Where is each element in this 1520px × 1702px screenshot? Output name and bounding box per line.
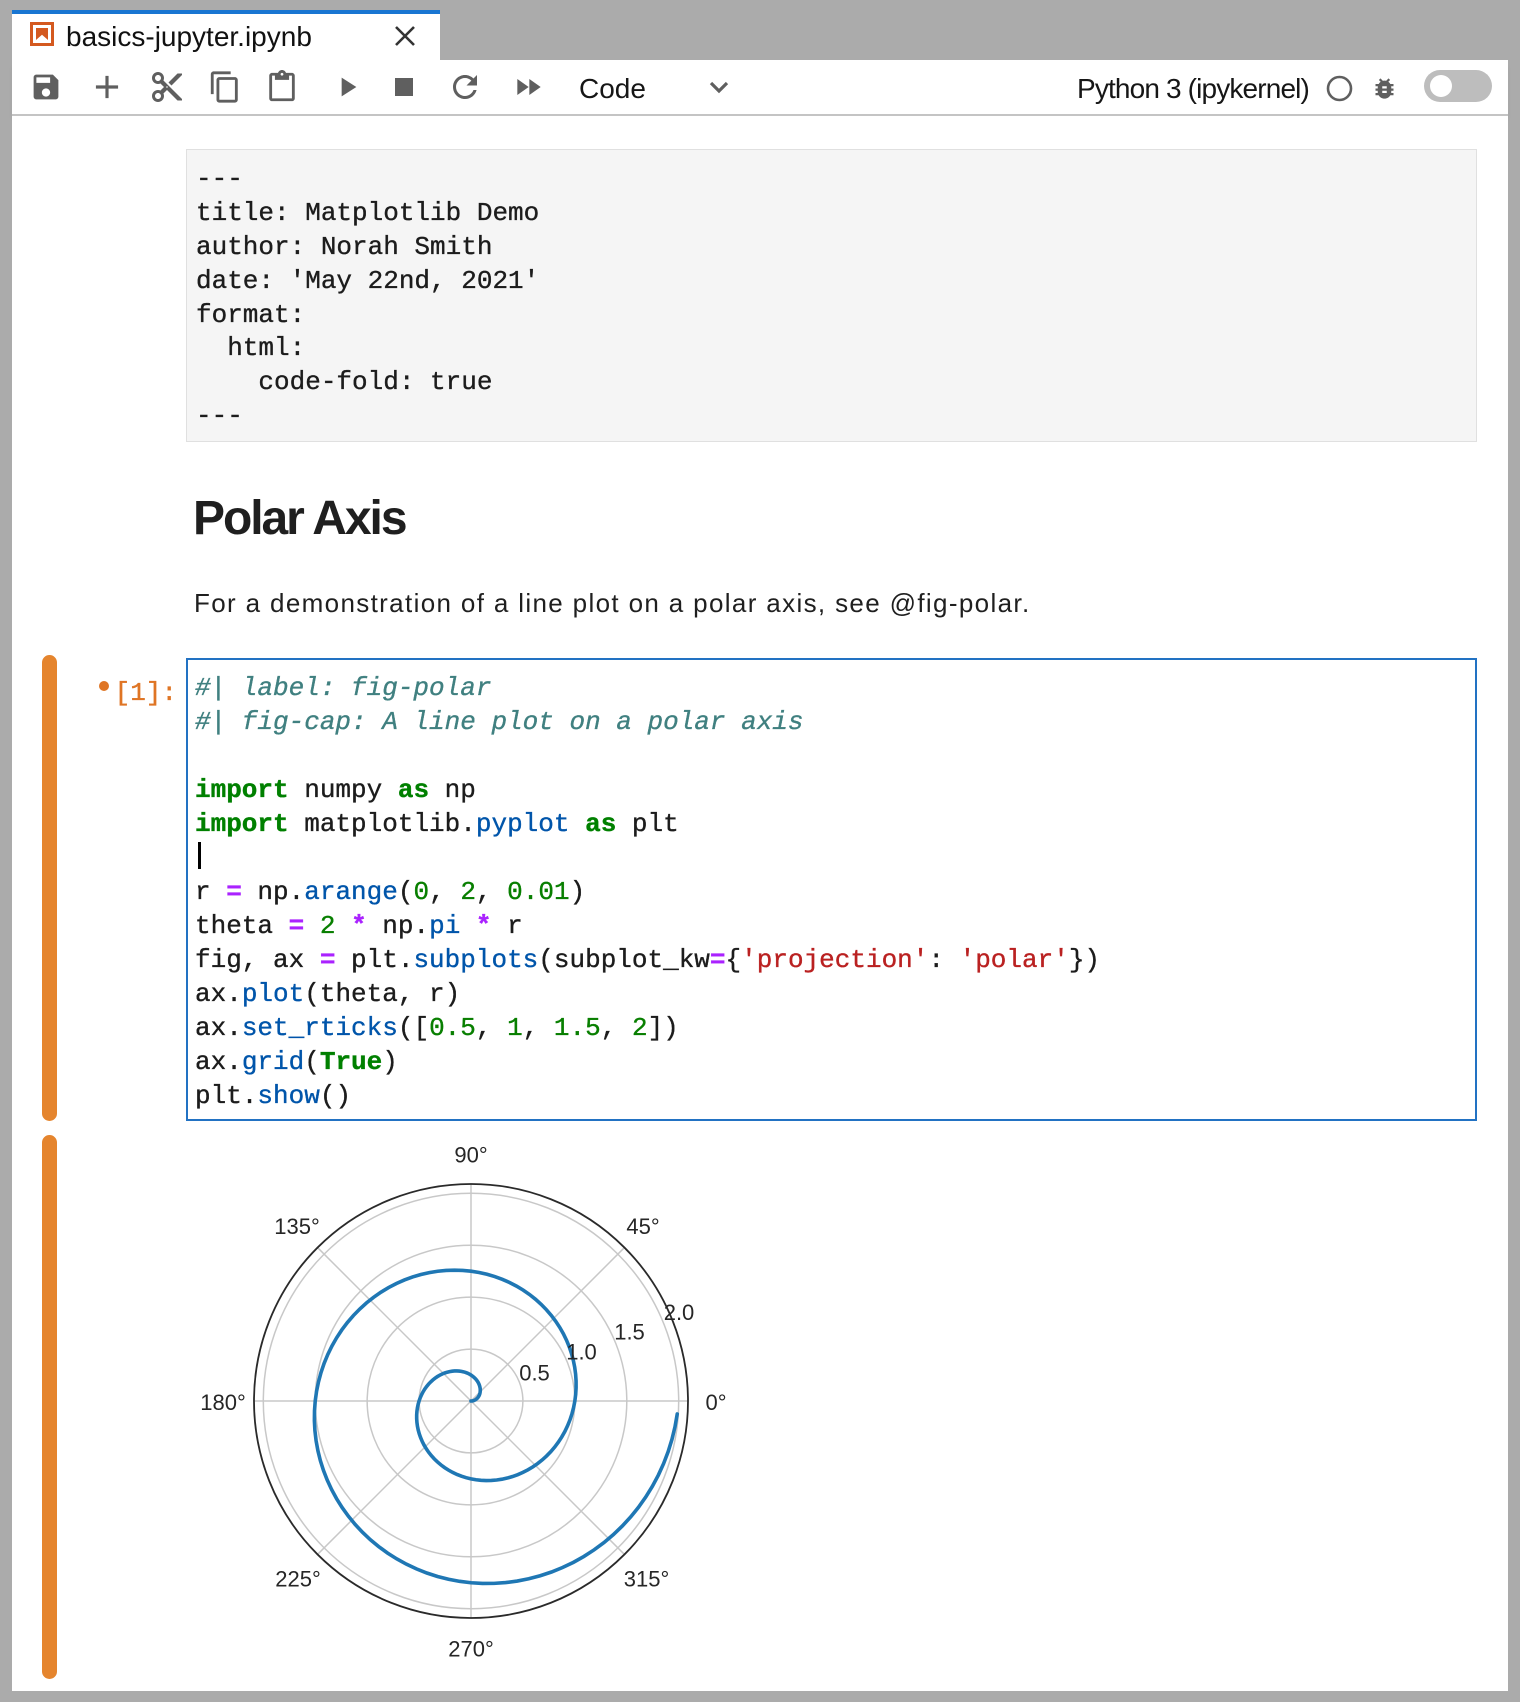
svg-text:1.0: 1.0: [566, 1340, 597, 1365]
svg-text:45°: 45°: [626, 1214, 659, 1239]
svg-text:90°: 90°: [454, 1143, 487, 1168]
svg-text:0°: 0°: [705, 1390, 726, 1415]
svg-text:1.5: 1.5: [614, 1320, 645, 1345]
svg-text:180°: 180°: [200, 1390, 246, 1415]
svg-text:0.5: 0.5: [519, 1361, 550, 1386]
svg-text:225°: 225°: [275, 1567, 321, 1592]
svg-text:135°: 135°: [274, 1214, 320, 1239]
svg-text:315°: 315°: [624, 1567, 670, 1592]
svg-text:2.0: 2.0: [664, 1300, 695, 1325]
svg-text:270°: 270°: [448, 1637, 494, 1662]
